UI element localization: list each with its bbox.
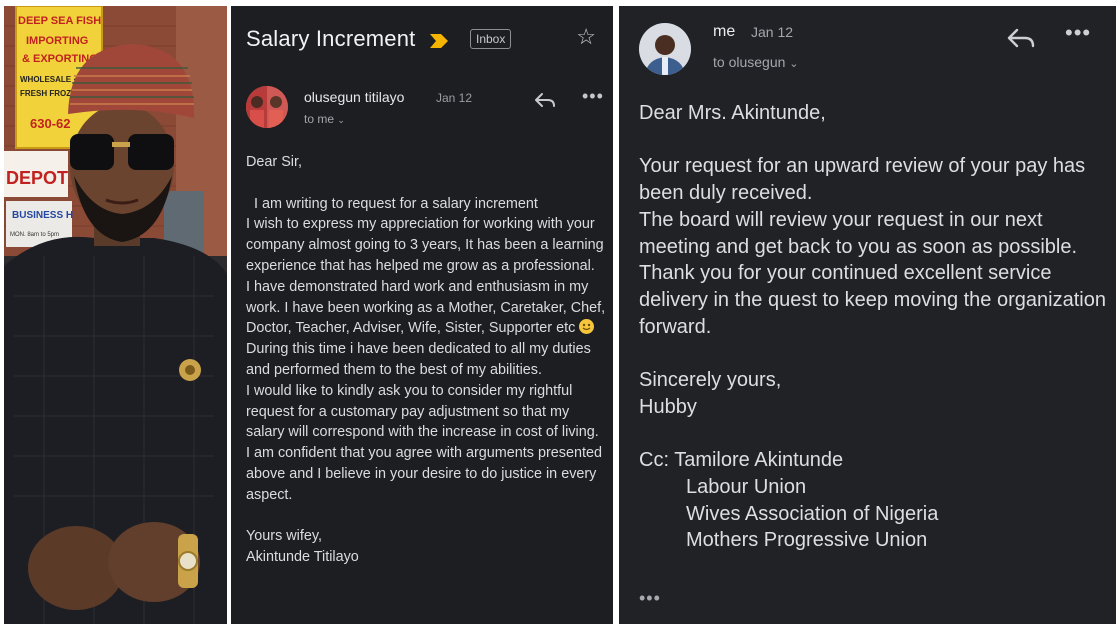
recipient-details-toggle[interactable]: to me ⌄ <box>304 112 345 126</box>
star-icon[interactable]: ☆ <box>576 26 596 48</box>
email-date: Jan 12 <box>751 24 794 40</box>
email-greeting: Dear Sir, <box>246 154 302 170</box>
chevron-down-icon: ⌄ <box>337 115 345 125</box>
sign-line-6: 630-62 <box>30 116 70 131</box>
recipient-details-toggle[interactable]: to olusegun ⌄ <box>713 54 799 70</box>
sign-line-2: IMPORTING <box>26 35 88 47</box>
email-greeting: Dear Mrs. Akintunde, <box>639 102 826 124</box>
email-signoff: Yours wifey, <box>246 528 322 545</box>
smiling-face-emoji-icon <box>579 319 595 335</box>
reply-email-screenshot: me Jan 12 to olusegun ⌄ ••• Dear Mrs. Ak… <box>619 6 1116 624</box>
email-paragraph: The board will review your request in ou… <box>639 208 1078 258</box>
show-trimmed-content-button[interactable]: ••• <box>639 588 661 609</box>
email-text: During this time i have been dedicated t… <box>246 341 591 378</box>
photo-illustration: DEEP SEA FISH IMPORTING & EXPORTING WHOL… <box>4 6 227 624</box>
recipient-label: to olusegun <box>713 54 786 70</box>
email-date: Jan 12 <box>436 91 473 105</box>
man-photo: DEEP SEA FISH IMPORTING & EXPORTING WHOL… <box>4 6 227 624</box>
business-sign: BUSINESS H <box>12 210 73 221</box>
sender-name[interactable]: olusegun titilayo <box>304 89 404 105</box>
sign-line-1: DEEP SEA FISH <box>18 15 101 27</box>
email-paragraph: I would like to kindly ask you to consid… <box>246 382 602 503</box>
email-signoff: Sincerely yours, <box>639 369 782 391</box>
email-signature: Akintunde Titilayo <box>246 549 359 566</box>
sender-header: olusegun titilayo Jan 12 to me ⌄ ••• <box>246 86 603 136</box>
cc-recipient: Mothers Progressive Union <box>686 529 928 552</box>
cc-recipient: Labour Union <box>686 475 807 498</box>
inbox-label-badge[interactable]: Inbox <box>470 29 512 49</box>
email-paragraph: I have demonstrated hard work and enthus… <box>246 277 606 381</box>
incoming-email-screenshot: Salary Increment Inbox ☆ olusegun titila… <box>231 6 613 624</box>
reply-icon[interactable] <box>1007 28 1035 53</box>
reply-icon[interactable] <box>534 92 556 113</box>
chevron-down-icon: ⌄ <box>789 58 799 70</box>
more-options-icon[interactable]: ••• <box>1065 20 1091 46</box>
recipient-label: to me <box>304 112 335 126</box>
email-paragraph: Thank you for your continued excellent s… <box>639 262 1106 338</box>
email-subject: Salary Increment <box>246 26 416 51</box>
email-paragraph: I wish to express my appreciation for wo… <box>246 216 604 274</box>
email-signature: Hubby <box>639 395 697 418</box>
email-body: Dear Mrs. Akintunde, Your request for an… <box>639 100 1109 554</box>
more-options-icon[interactable]: ••• <box>582 86 604 107</box>
email-text: I have demonstrated hard work and enthus… <box>246 278 606 337</box>
email-body: Dear Sir, I am writing to request for a … <box>246 152 606 568</box>
hours-sign: MON. 8am to 5pm <box>10 232 59 238</box>
cc-recipient: Wives Association of Nigeria <box>686 502 939 525</box>
email-paragraph: Your request for an upward review of you… <box>639 155 1086 205</box>
sender-avatar[interactable] <box>246 86 288 128</box>
cc-line: Cc: Tamilore Akintunde <box>639 449 844 472</box>
email-paragraph: I am writing to request for a salary inc… <box>254 195 538 212</box>
sender-name[interactable]: me <box>713 23 735 41</box>
sender-avatar[interactable] <box>639 23 691 75</box>
subject-row: Salary Increment Inbox ☆ <box>246 24 598 54</box>
